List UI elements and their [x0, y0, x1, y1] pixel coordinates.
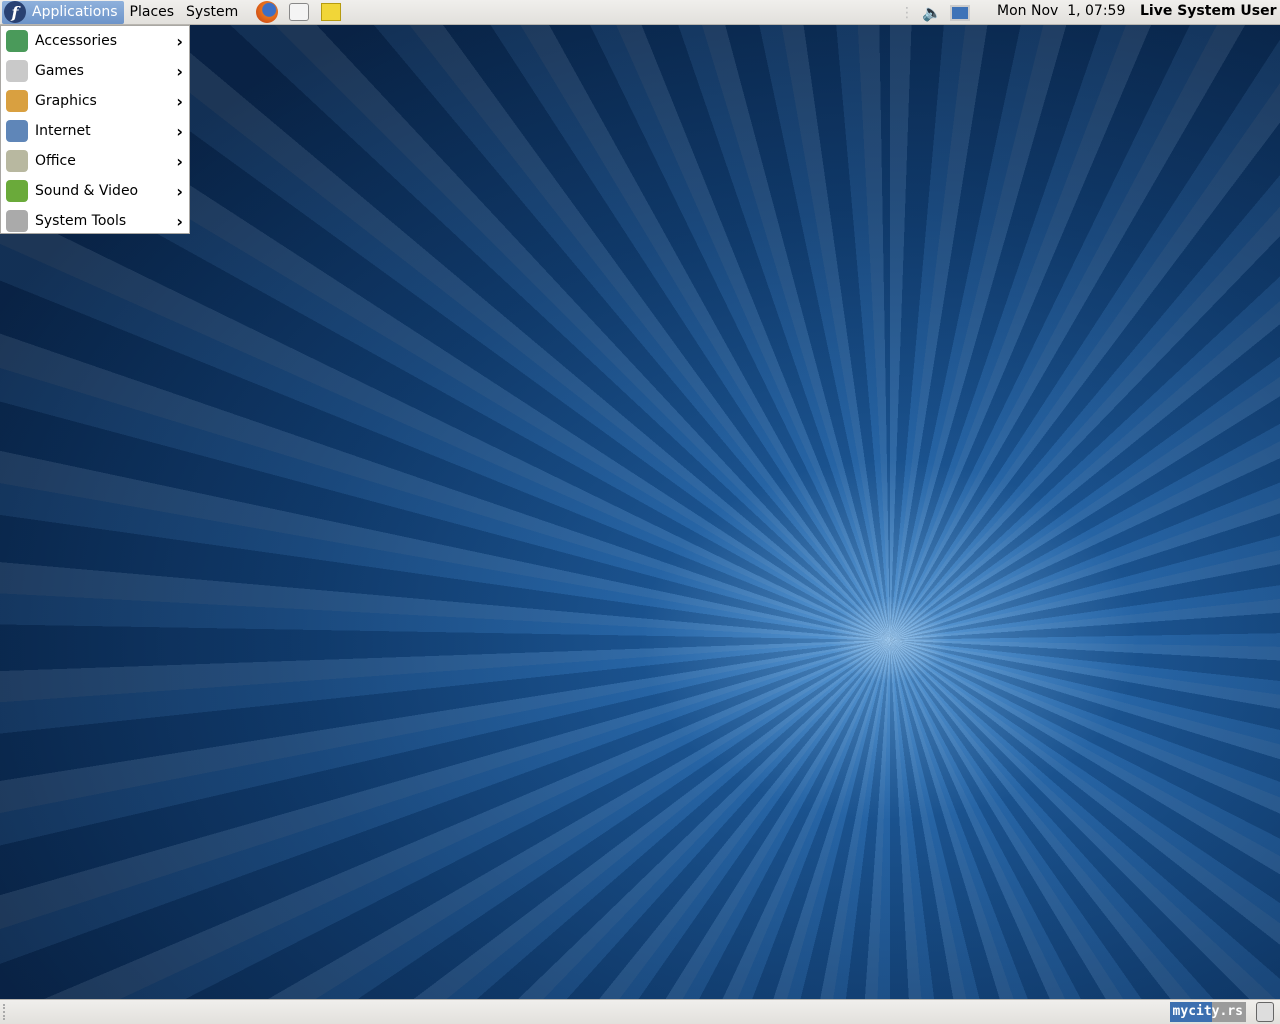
bottom-panel: mycity.rs	[0, 999, 1280, 1024]
places-menu[interactable]: Places	[124, 1, 181, 24]
system-tools-icon	[6, 210, 28, 232]
menu-item-system-tools[interactable]: System Tools ›	[1, 206, 189, 236]
menu-item-internet[interactable]: Internet ›	[1, 116, 189, 146]
menu-item-graphics[interactable]: Graphics ›	[1, 86, 189, 116]
chevron-right-icon: ›	[176, 181, 183, 201]
clock[interactable]: Mon Nov 1, 07:59	[997, 3, 1125, 19]
notification-area: ⋮ 🔈	[900, 0, 970, 25]
graphics-icon	[6, 90, 28, 112]
menu-item-office[interactable]: Office ›	[1, 146, 189, 176]
chevron-right-icon: ›	[176, 61, 183, 81]
volume-icon[interactable]: 🔈	[922, 3, 942, 22]
applications-dropdown: Accessories › Games › Graphics › Internet › Offi…	[0, 25, 190, 234]
menu-item-games[interactable]: Games ›	[1, 56, 189, 86]
chevron-right-icon: ›	[176, 31, 183, 51]
watermark: mycity.rs	[1169, 1002, 1246, 1022]
accessories-icon	[6, 30, 28, 52]
panel-handle[interactable]	[3, 1004, 7, 1020]
applications-menu[interactable]: f Applications	[2, 0, 124, 24]
menu-item-sound-video[interactable]: Sound & Video ›	[1, 176, 189, 206]
chevron-right-icon: ›	[176, 211, 183, 231]
menu-item-label: Internet	[35, 123, 91, 139]
panel-separator: ⋮	[900, 4, 914, 21]
menu-item-accessories[interactable]: Accessories ›	[1, 26, 189, 56]
chevron-right-icon: ›	[176, 91, 183, 111]
menu-item-label: Office	[35, 153, 76, 169]
menu-item-label: Sound & Video	[35, 183, 139, 199]
mail-launcher[interactable]	[286, 1, 312, 23]
firefox-launcher[interactable]	[254, 1, 280, 23]
sound-video-icon	[6, 180, 28, 202]
games-icon	[6, 60, 28, 82]
chevron-right-icon: ›	[176, 121, 183, 141]
menu-item-label: Accessories	[35, 33, 118, 49]
network-icon[interactable]	[949, 4, 970, 21]
trash-icon[interactable]	[1256, 1002, 1274, 1022]
top-panel: f Applications Places System ⋮ 🔈 Mon Nov…	[0, 0, 1280, 25]
chevron-right-icon: ›	[176, 151, 183, 171]
notes-icon	[321, 3, 342, 21]
user-switcher[interactable]: Live System User	[1140, 3, 1277, 19]
evolution-mail-icon	[289, 3, 310, 21]
desktop-wallpaper	[0, 0, 1280, 1024]
applications-label: Applications	[32, 4, 118, 20]
system-menu[interactable]: System	[180, 1, 244, 24]
office-icon	[6, 150, 28, 172]
firefox-icon	[256, 1, 279, 23]
menu-item-label: System Tools	[35, 213, 127, 229]
notes-launcher[interactable]	[318, 1, 344, 23]
fedora-logo-icon: f	[4, 1, 26, 23]
menu-item-label: Graphics	[35, 93, 97, 109]
menu-item-label: Games	[35, 63, 84, 79]
internet-icon	[6, 120, 28, 142]
